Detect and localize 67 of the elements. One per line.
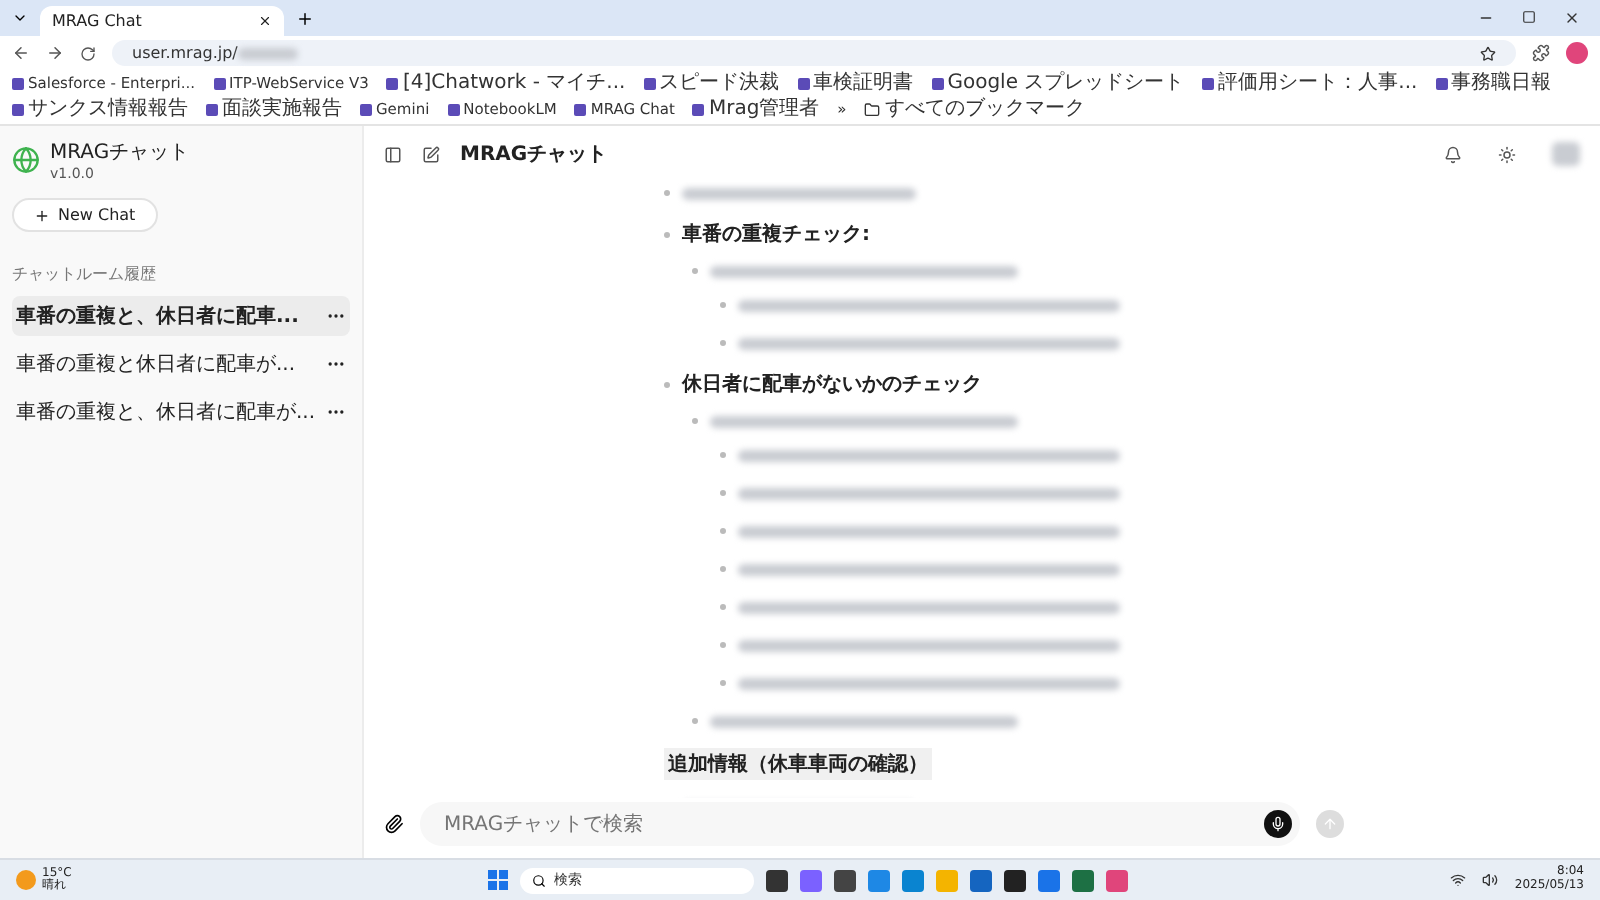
app-name: MRAGチャット [50,140,190,166]
bookmark-link[interactable]: Google スプレッドシート [931,72,1185,96]
new-chat-icon[interactable] [422,145,440,163]
new-chat-button[interactable]: New Chat [12,198,158,232]
bookmark-link[interactable]: [4]Chatwork - マイチ... [386,72,626,96]
wifi-icon[interactable] [1450,872,1467,888]
bookmark-link[interactable]: 事務職日報 [1435,72,1552,96]
bookmark-link[interactable]: サンクス情報報告 [12,98,188,122]
taskbar-app-icon[interactable] [766,869,788,891]
address-bar[interactable]: user.mrag.jp/ [112,40,1516,66]
chat-input[interactable]: MRAGチャットで検索 [420,802,1300,846]
bookmark-link[interactable]: 車検証明書 [797,72,914,96]
section-heading: 車番の重複チェック: [682,221,870,248]
profile-avatar[interactable] [1566,42,1588,64]
chat-title: MRAGチャット [460,142,608,168]
list-bullet-icon [720,642,726,648]
taskbar-app-icon[interactable] [1004,869,1026,891]
attach-icon[interactable] [384,814,404,834]
close-icon[interactable] [1564,10,1580,26]
new-tab-icon[interactable] [296,9,314,27]
bookmark-link[interactable]: 面談実施報告 [206,98,342,122]
section-heading: 追加情報（休車車両の確認） [664,748,932,780]
all-bookmarks-link[interactable]: すべてのブックマーク [864,98,1085,122]
start-icon[interactable] [488,870,508,890]
forward-icon[interactable] [46,44,64,62]
back-icon[interactable] [12,44,30,62]
chat-input-text[interactable]: MRAGチャットで検索 [440,811,1252,837]
chat-history-item[interactable]: 車番の重複と、休日者に配車... [12,296,350,336]
list-bullet-icon [720,680,726,686]
list-bullet-icon [720,452,726,458]
list-bullet-icon [664,190,670,196]
chat-history-item[interactable]: 車番の重複と休日者に配車が... [12,344,350,384]
folder-icon [864,102,881,118]
tab-list-icon[interactable] [12,10,28,26]
list-bullet-icon [720,340,726,346]
list-bullet-icon [720,302,726,308]
list-bullet-icon [720,490,726,496]
extensions-icon[interactable] [1532,44,1550,62]
list-bullet-icon [692,268,698,274]
close-tab-icon[interactable] [258,14,272,28]
volume-icon[interactable] [1482,872,1499,888]
list-bullet-icon [720,604,726,610]
sidebar-toggle-icon[interactable] [384,145,402,163]
logo-icon [12,146,40,174]
taskbar-app-icon[interactable] [834,869,856,891]
arrow-up-icon [1322,816,1338,832]
notification-icon[interactable] [1444,145,1462,163]
browser-tab[interactable]: MRAG Chat [40,6,284,36]
microphone-button[interactable] [1264,810,1292,838]
chat-history-item[interactable]: 車番の重複と、休日者に配車が... [12,392,350,432]
list-bullet-icon [664,231,670,237]
list-bullet-icon [720,528,726,534]
maximize-icon[interactable] [1522,10,1536,24]
plus-icon [34,207,50,223]
sun-icon[interactable] [1498,145,1516,163]
microphone-icon [1270,816,1286,832]
list-bullet-icon [720,566,726,572]
history-label: チャットルーム履歴 [12,264,158,286]
bookmark-link[interactable]: 評価用シート：人事... [1202,72,1418,96]
list-bullet-icon [692,718,698,724]
list-bullet-icon [664,381,670,387]
bookmark-link[interactable]: Mrag管理者 [692,98,820,122]
reload-icon[interactable] [80,45,96,61]
list-bullet-icon [692,418,698,424]
section-heading: 休日者に配車がないかのチェック [682,371,982,398]
bookmark-link[interactable]: スピード決裁 [643,72,780,96]
search-icon [532,873,546,887]
